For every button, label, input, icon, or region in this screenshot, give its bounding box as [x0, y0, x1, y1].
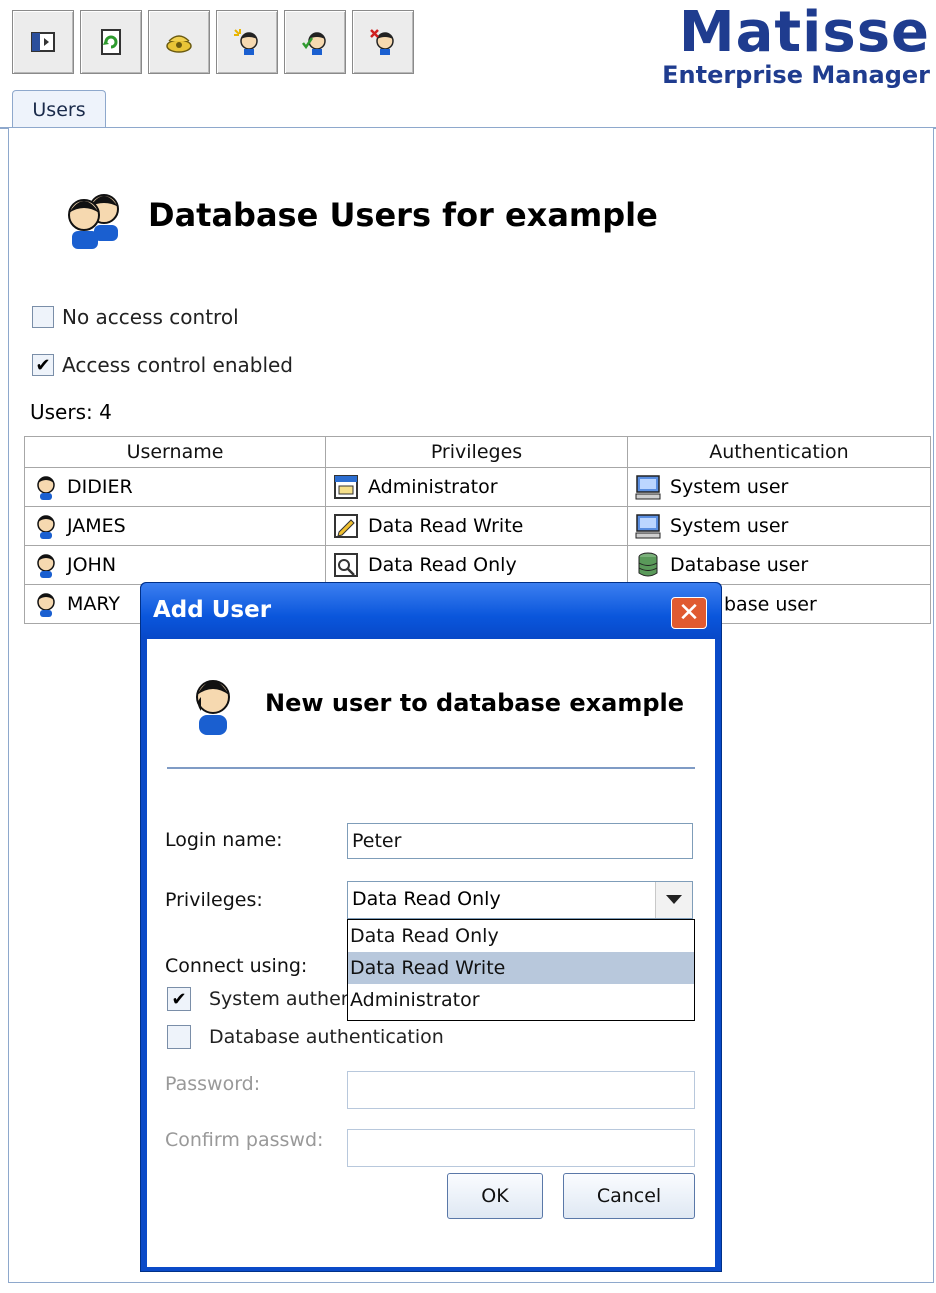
read-only-icon [334, 553, 358, 577]
system-auth-checkbox[interactable]: ✔ [167, 987, 191, 1011]
delete-user-button[interactable] [352, 10, 414, 74]
refresh-button[interactable] [80, 10, 142, 74]
dropdown-option[interactable]: Administrator [348, 984, 694, 1016]
privileges-selected-value: Data Read Only [352, 888, 501, 910]
no-access-control-label: No access control [62, 305, 239, 329]
users-group-icon [68, 194, 119, 249]
username-cell: JAMES [24, 506, 326, 546]
read-write-icon [334, 514, 358, 538]
connect-button[interactable] [148, 10, 210, 74]
column-header-authentication[interactable]: Authentication [627, 436, 931, 468]
dropdown-button[interactable] [655, 882, 692, 918]
access-control-enabled-label: Access control enabled [62, 353, 293, 377]
password-input[interactable] [347, 1071, 695, 1109]
connect-icon [166, 35, 192, 53]
refresh-icon [101, 29, 121, 55]
privileges-dropdown-list: Data Read Only Data Read Write Administr… [347, 919, 695, 1021]
access-control-enabled-option[interactable]: ✔ Access control enabled [32, 353, 293, 377]
cancel-button[interactable]: Cancel [563, 1173, 695, 1219]
panel-toggle-icon [31, 32, 55, 52]
system-auth-option[interactable]: ✔ System authen [167, 987, 353, 1011]
privileges-label: Privileges: [165, 889, 263, 911]
confirm-password-input[interactable] [347, 1129, 695, 1167]
dialog-titlebar[interactable]: Add User ✕ [141, 583, 721, 639]
privileges-cell: Data Read Only [325, 545, 628, 585]
dropdown-option[interactable]: Data Read Only [348, 920, 694, 952]
add-user-dialog: Add User ✕ New user to database example … [140, 582, 722, 1272]
page-title: Database Users for example [148, 196, 658, 234]
authentication-cell: Database user [627, 545, 931, 585]
administrator-icon [334, 475, 358, 499]
dialog-separator [167, 767, 695, 769]
username-cell: JOHN [24, 545, 326, 585]
authentication-cell: System user [627, 506, 931, 546]
tab-users[interactable]: Users [12, 90, 106, 128]
table-row[interactable]: JAMES Data Read Write System user [24, 506, 931, 546]
database-auth-label: Database authentication [209, 1026, 444, 1048]
no-access-control-checkbox[interactable] [32, 306, 54, 328]
authentication-cell: System user [627, 467, 931, 507]
connect-using-label: Connect using: [165, 955, 308, 977]
table-row[interactable]: JOHN Data Read Only Database user [24, 545, 931, 585]
privileges-cell: Administrator [325, 467, 628, 507]
chevron-down-icon [666, 895, 682, 904]
column-header-privileges[interactable]: Privileges [325, 436, 628, 468]
app-logo: Matisse Enterprise Manager [620, 0, 930, 89]
edit-user-icon [302, 32, 326, 55]
dropdown-option-highlighted[interactable]: Data Read Write [348, 952, 694, 984]
dialog-title: Add User [153, 597, 272, 623]
no-access-control-option[interactable]: No access control [32, 305, 239, 329]
table-row[interactable]: DIDIER Administrator System user [24, 467, 931, 507]
password-label: Password: [165, 1073, 261, 1095]
login-name-label: Login name: [165, 829, 283, 851]
ok-button[interactable]: OK [447, 1173, 543, 1219]
privileges-select[interactable]: Data Read Only [347, 881, 693, 919]
delete-user-icon [370, 29, 394, 55]
new-user-icon [234, 29, 258, 55]
username-cell: DIDIER [24, 467, 326, 507]
confirm-password-label: Confirm passwd: [165, 1129, 324, 1151]
login-name-input[interactable] [347, 823, 693, 859]
dialog-heading: New user to database example [265, 689, 685, 717]
toolbar: Matisse Enterprise Manager [0, 0, 936, 90]
system-auth-label: System authen [209, 988, 353, 1010]
user-icon [37, 554, 55, 578]
user-icon [37, 515, 55, 539]
new-user-button[interactable] [216, 10, 278, 74]
logo-title: Matisse [678, 0, 930, 65]
edit-user-button[interactable] [284, 10, 346, 74]
panel-toggle-button[interactable] [12, 10, 74, 74]
computer-icon [635, 514, 661, 539]
user-icon [196, 680, 230, 735]
close-icon[interactable]: ✕ [671, 597, 707, 629]
column-header-username[interactable]: Username [24, 436, 326, 468]
users-count: Users: 4 [30, 400, 112, 424]
table-header-row: Username Privileges Authentication [24, 436, 931, 468]
user-icon [37, 593, 55, 617]
user-icon [37, 476, 55, 500]
privileges-cell: Data Read Write [325, 506, 628, 546]
computer-icon [635, 475, 661, 500]
access-control-enabled-checkbox[interactable]: ✔ [32, 354, 54, 376]
tab-bar: Users [0, 90, 936, 128]
logo-subtitle: Enterprise Manager [662, 61, 930, 89]
database-auth-option[interactable]: Database authentication [167, 1025, 444, 1049]
database-icon [638, 552, 658, 577]
database-auth-checkbox[interactable] [167, 1025, 191, 1049]
